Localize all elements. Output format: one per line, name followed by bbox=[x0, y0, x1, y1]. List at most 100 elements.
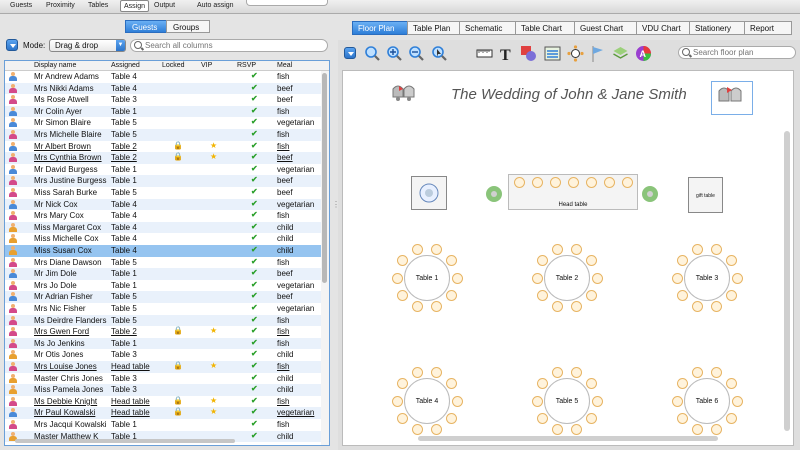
round-table-tool-icon[interactable] bbox=[567, 45, 584, 62]
chair[interactable] bbox=[552, 301, 564, 312]
table-row[interactable]: Miss Margaret Cox Table 4 ✔ child bbox=[5, 221, 323, 234]
rsvp-check-icon[interactable]: ✔ bbox=[251, 94, 258, 103]
table-row[interactable]: Miss Michelle Cox Table 4 ✔ child bbox=[5, 233, 323, 245]
chair[interactable] bbox=[552, 424, 564, 435]
table-row[interactable]: Mr Simon Blaire Table 5 ✔ vegetarian bbox=[5, 117, 323, 129]
round-table[interactable]: Table 3 bbox=[665, 236, 749, 320]
floor-plan-canvas[interactable]: The Wedding of John & Jane Smith Head ta… bbox=[342, 70, 794, 446]
table-row[interactable]: Mrs Jo Dole Table 1 ✔ vegetarian bbox=[5, 280, 323, 292]
horizontal-scrollbar[interactable] bbox=[15, 439, 235, 443]
rsvp-check-icon[interactable]: ✔ bbox=[251, 71, 258, 80]
col-locked[interactable]: Locked bbox=[162, 62, 185, 69]
column-menu-button[interactable] bbox=[6, 39, 18, 51]
chair[interactable] bbox=[677, 377, 689, 389]
rsvp-check-icon[interactable]: ✔ bbox=[251, 175, 258, 184]
chair[interactable] bbox=[586, 177, 597, 188]
table-row[interactable]: Mrs Diane Dawson Table 5 ✔ fish bbox=[5, 257, 323, 269]
tab-floor-plan[interactable]: Floor Plan bbox=[352, 21, 408, 35]
rsvp-check-icon[interactable]: ✔ bbox=[251, 199, 258, 208]
rsvp-check-icon[interactable]: ✔ bbox=[251, 129, 258, 138]
rsvp-check-icon[interactable]: ✔ bbox=[251, 187, 258, 196]
gift-table[interactable]: gift table bbox=[688, 177, 723, 213]
table-row[interactable]: Mrs Nic Fisher Table 5 ✔ vegetarian bbox=[5, 303, 323, 315]
table-row[interactable]: Mr Jim Dole Table 1 ✔ beef bbox=[5, 268, 323, 280]
table-row[interactable]: Mrs Jacqui Kowalski Table 1 ✔ fish bbox=[5, 419, 323, 431]
rsvp-check-icon[interactable]: ✔ bbox=[251, 431, 258, 440]
flag-icon[interactable] bbox=[590, 45, 607, 62]
toolbar-auto-assign[interactable]: Auto assign bbox=[197, 2, 234, 9]
shapes-icon[interactable] bbox=[520, 45, 537, 62]
chair[interactable] bbox=[451, 395, 463, 407]
chair[interactable] bbox=[710, 244, 722, 255]
chair[interactable] bbox=[537, 377, 549, 389]
rsvp-check-icon[interactable]: ✔ bbox=[251, 373, 258, 382]
chair[interactable] bbox=[710, 301, 722, 312]
table-row[interactable]: Miss Susan Cox Table 4 ✔ child bbox=[5, 245, 323, 257]
zoom-fit-icon[interactable] bbox=[364, 45, 381, 62]
chair[interactable] bbox=[725, 290, 737, 302]
toolbar-guests[interactable]: Guests bbox=[10, 2, 32, 9]
table-row[interactable]: Mrs Mary Cox Table 4 ✔ fish bbox=[5, 210, 323, 222]
col-meal[interactable]: Meal bbox=[277, 62, 292, 69]
chair[interactable] bbox=[731, 395, 743, 407]
rsvp-check-icon[interactable]: ✔ bbox=[251, 303, 258, 312]
col-rsvp[interactable]: RSVP bbox=[237, 62, 256, 69]
chair[interactable] bbox=[412, 301, 424, 312]
table-row[interactable]: Mr Paul Kowalski Head table 🔒 ★ ✔ vegetarian bbox=[5, 407, 323, 419]
chair[interactable] bbox=[552, 367, 564, 378]
chair[interactable] bbox=[710, 424, 722, 435]
table-row[interactable]: Ms Deirdre Flanders Table 5 ✔ fish bbox=[5, 314, 323, 327]
ruler-icon[interactable] bbox=[476, 45, 493, 62]
round-table[interactable]: Table 1 bbox=[385, 236, 469, 320]
zoom-in-icon[interactable] bbox=[386, 45, 403, 62]
guest-search-input[interactable] bbox=[145, 41, 323, 50]
chair[interactable] bbox=[677, 290, 689, 302]
star-icon[interactable]: ★ bbox=[210, 141, 217, 150]
lock-icon[interactable]: 🔒 bbox=[173, 361, 183, 370]
color-palette-icon[interactable]: A bbox=[635, 45, 652, 62]
vertical-scrollbar[interactable] bbox=[321, 71, 329, 445]
table-row[interactable]: Mrs Justine Burgess Table 1 ✔ beef bbox=[5, 175, 323, 187]
rsvp-check-icon[interactable]: ✔ bbox=[251, 164, 258, 173]
rsvp-check-icon[interactable]: ✔ bbox=[251, 326, 258, 335]
lock-icon[interactable]: 🔒 bbox=[173, 152, 183, 161]
tab-guests[interactable]: Guests bbox=[125, 20, 167, 33]
chair[interactable] bbox=[671, 395, 683, 407]
rsvp-check-icon[interactable]: ✔ bbox=[251, 349, 258, 358]
table-row[interactable]: Ms Jo Jenkins Table 1 ✔ fish bbox=[5, 337, 323, 350]
layers-icon[interactable] bbox=[612, 45, 629, 62]
chair[interactable] bbox=[430, 301, 442, 312]
chair[interactable] bbox=[731, 272, 743, 284]
chair[interactable] bbox=[692, 244, 704, 255]
plan-vertical-scrollbar[interactable] bbox=[784, 131, 790, 431]
lock-icon[interactable]: 🔒 bbox=[173, 141, 183, 150]
tab-stationery[interactable]: Stationery bbox=[689, 21, 745, 35]
top-search-field[interactable] bbox=[246, 0, 328, 6]
round-table[interactable]: Table 2 bbox=[525, 236, 609, 320]
plan-menu-button[interactable] bbox=[344, 47, 356, 59]
rsvp-check-icon[interactable]: ✔ bbox=[251, 233, 258, 242]
table-row[interactable]: Miss Sarah Burke Table 5 ✔ beef bbox=[5, 187, 323, 199]
tab-guest-chart[interactable]: Guest Chart bbox=[574, 21, 637, 35]
star-icon[interactable]: ★ bbox=[210, 396, 217, 405]
star-icon[interactable]: ★ bbox=[210, 407, 217, 416]
rsvp-check-icon[interactable]: ✔ bbox=[251, 396, 258, 405]
text-tool-icon[interactable]: T bbox=[498, 45, 515, 62]
col-assigned[interactable]: Assigned bbox=[111, 62, 140, 69]
chair[interactable] bbox=[570, 244, 582, 255]
chair[interactable] bbox=[550, 177, 561, 188]
rsvp-check-icon[interactable]: ✔ bbox=[251, 152, 258, 161]
chair[interactable] bbox=[585, 290, 597, 302]
chair[interactable] bbox=[591, 395, 603, 407]
table-row[interactable]: Mr Albert Brown Table 2 🔒 ★ ✔ fish bbox=[5, 141, 323, 153]
rsvp-check-icon[interactable]: ✔ bbox=[251, 291, 258, 300]
rsvp-check-icon[interactable]: ✔ bbox=[251, 280, 258, 289]
split-handle[interactable]: ⋮ bbox=[332, 200, 340, 240]
round-table[interactable]: Table 5 bbox=[525, 359, 609, 443]
table-row[interactable]: Mrs Nikki Adams Table 4 ✔ beef bbox=[5, 82, 323, 95]
star-icon[interactable]: ★ bbox=[210, 152, 217, 161]
toolbar-proximity[interactable]: Proximity bbox=[46, 2, 75, 9]
chair[interactable] bbox=[585, 254, 597, 266]
chair[interactable] bbox=[430, 424, 442, 435]
rsvp-check-icon[interactable]: ✔ bbox=[251, 117, 258, 126]
